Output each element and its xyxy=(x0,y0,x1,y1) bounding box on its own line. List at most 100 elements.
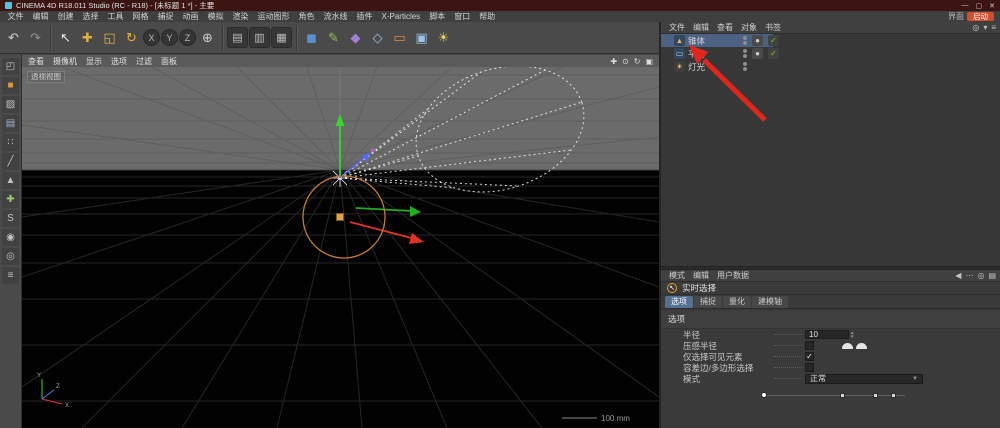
curve-handle[interactable] xyxy=(891,393,896,398)
axis-mode-icon[interactable]: ✚ xyxy=(2,191,19,208)
menu-item-animate[interactable]: 动画 xyxy=(178,11,203,22)
vp-menu-options[interactable]: 选项 xyxy=(111,56,127,67)
radius-input[interactable]: 10 xyxy=(805,330,849,339)
menu-item-mesh[interactable]: 网格 xyxy=(128,11,153,22)
tolerant-selection-checkbox[interactable] xyxy=(805,363,814,372)
close-button[interactable]: ✕ xyxy=(989,2,995,10)
workplane-mode-icon[interactable]: ▤ xyxy=(2,115,19,132)
vp-menu-filter[interactable]: 过滤 xyxy=(136,56,152,67)
visibility-dots[interactable] xyxy=(743,62,747,71)
object-name[interactable]: 平面 xyxy=(688,48,734,60)
back-icon[interactable]: ◀ xyxy=(955,271,961,280)
maximize-button[interactable]: ▢ xyxy=(976,2,983,10)
pan-view-icon[interactable]: ✚ xyxy=(610,57,617,66)
check-tag-icon[interactable]: ✓ xyxy=(768,35,779,46)
zoom-view-icon[interactable]: ⊙ xyxy=(622,57,629,66)
menu-item-xparticles[interactable]: X-Particles xyxy=(377,12,425,21)
am-menu-mode[interactable]: 模式 xyxy=(665,270,689,281)
om-menu-file[interactable]: 文件 xyxy=(665,22,689,33)
cube-primitive-icon[interactable]: ◼ xyxy=(301,27,322,48)
tab-quantize[interactable]: 量化 xyxy=(723,296,751,308)
search-icon[interactable]: ◎ xyxy=(977,271,984,280)
vp-menu-camera[interactable]: 摄像机 xyxy=(53,56,77,67)
om-menu-edit[interactable]: 编辑 xyxy=(689,22,713,33)
menu-item-select[interactable]: 选择 xyxy=(78,11,103,22)
object-name[interactable]: 锥体 xyxy=(688,35,734,47)
undo-icon[interactable]: ↶ xyxy=(3,27,24,48)
phong-tag-icon[interactable]: ● xyxy=(752,35,763,46)
menu-item-tools[interactable]: 工具 xyxy=(103,11,128,22)
layers-icon[interactable]: ≡ xyxy=(2,267,19,284)
make-editable-icon[interactable]: ◰ xyxy=(2,58,19,75)
scale-icon[interactable]: ◱ xyxy=(99,27,120,48)
edges-mode-icon[interactable]: ╱ xyxy=(2,153,19,170)
am-menu-userdata[interactable]: 用户数据 xyxy=(713,270,753,281)
mode-dropdown[interactable]: 正常 ▼ xyxy=(805,374,923,384)
pressure-radius-checkbox[interactable] xyxy=(805,341,814,350)
maximize-view-icon[interactable]: ▣ xyxy=(645,57,653,66)
render-view-icon[interactable]: ▤ xyxy=(227,27,248,48)
layout-icon[interactable]: ≡ xyxy=(991,23,996,32)
solo-icon[interactable]: ◎ xyxy=(2,248,19,265)
spline-pen-icon[interactable]: ✎ xyxy=(323,27,344,48)
phong-tag-icon[interactable]: ● xyxy=(752,48,763,59)
floor-icon[interactable]: ▭ xyxy=(389,27,410,48)
falloff-curve-strip[interactable] xyxy=(761,388,905,402)
object-row-light[interactable]: ☀ 灯光 xyxy=(661,60,1000,73)
menu-item-file[interactable]: 文件 xyxy=(3,11,28,22)
visible-only-checkbox[interactable]: ✓ xyxy=(805,352,814,361)
move-icon[interactable]: ✚ xyxy=(77,27,98,48)
texture-mode-icon[interactable]: ▨ xyxy=(2,96,19,113)
menu-item-edit[interactable]: 编辑 xyxy=(28,11,53,22)
viewport-scene[interactable]: Y X Z 100 mm 透视视图 xyxy=(22,67,659,428)
interface-layout-button[interactable]: 启动 xyxy=(967,12,994,21)
om-menu-bookmarks[interactable]: 书签 xyxy=(761,22,785,33)
am-menu-edit[interactable]: 编辑 xyxy=(689,270,713,281)
visibility-dots[interactable] xyxy=(743,49,747,58)
render-picture-viewer-icon[interactable]: ▥ xyxy=(249,27,270,48)
model-mode-icon[interactable]: ■ xyxy=(2,77,19,94)
camera-icon[interactable]: ▣ xyxy=(411,27,432,48)
live-selection-icon[interactable]: ↖ xyxy=(55,27,76,48)
more-icon[interactable]: ⋯ xyxy=(965,271,973,280)
y-axis-lock-button[interactable]: Y xyxy=(161,29,178,46)
menu-item-mograph[interactable]: 运动图形 xyxy=(253,11,294,22)
menu-item-create[interactable]: 创建 xyxy=(53,11,78,22)
object-row-plane[interactable]: ▭ 平面 ● ✓ xyxy=(661,47,1000,60)
tab-snap[interactable]: 捕捉 xyxy=(694,296,722,308)
menu-item-pipeline[interactable]: 流水线 xyxy=(319,11,352,22)
selection-circle[interactable] xyxy=(303,176,385,258)
curve-handle[interactable] xyxy=(761,392,767,398)
minimize-button[interactable]: — xyxy=(962,2,969,10)
check-tag-icon[interactable]: ✓ xyxy=(768,48,779,59)
filter-icon[interactable]: ▾ xyxy=(983,23,987,32)
curve-handle[interactable] xyxy=(840,393,845,398)
vp-menu-panel[interactable]: 面板 xyxy=(161,56,177,67)
rotate-view-icon[interactable]: ↻ xyxy=(634,57,641,66)
points-mode-icon[interactable]: ∷ xyxy=(2,134,19,151)
search-icon[interactable]: ◎ xyxy=(972,23,979,32)
subdivision-surface-icon[interactable]: ◆ xyxy=(345,27,366,48)
deformer-icon[interactable]: ◇ xyxy=(367,27,388,48)
curve-handle[interactable] xyxy=(873,393,878,398)
object-name[interactable]: 灯光 xyxy=(688,61,734,73)
menu-item-plugins[interactable]: 插件 xyxy=(352,11,377,22)
spinner-icon[interactable]: ▲▼ xyxy=(850,331,854,338)
om-menu-objects[interactable]: 对象 xyxy=(737,22,761,33)
menu-item-simulate[interactable]: 模拟 xyxy=(203,11,228,22)
polygons-mode-icon[interactable]: ▲ xyxy=(2,172,19,189)
lock-icon[interactable]: ◉ xyxy=(2,229,19,246)
pressure-curve-presets[interactable] xyxy=(842,343,867,349)
om-menu-view[interactable]: 查看 xyxy=(713,22,737,33)
menu-item-help[interactable]: 帮助 xyxy=(475,11,500,22)
render-settings-icon[interactable]: ▦ xyxy=(271,27,292,48)
visibility-dots[interactable] xyxy=(743,36,747,45)
menu-item-render[interactable]: 渲染 xyxy=(228,11,253,22)
rotate-icon[interactable]: ↻ xyxy=(121,27,142,48)
coordinate-system-icon[interactable]: ⊕ xyxy=(197,27,218,48)
z-axis-lock-button[interactable]: Z xyxy=(179,29,196,46)
vp-menu-view[interactable]: 查看 xyxy=(28,56,44,67)
x-axis-lock-button[interactable]: X xyxy=(143,29,160,46)
panel-icon[interactable]: ▤ xyxy=(988,271,996,280)
menu-item-character[interactable]: 角色 xyxy=(294,11,319,22)
